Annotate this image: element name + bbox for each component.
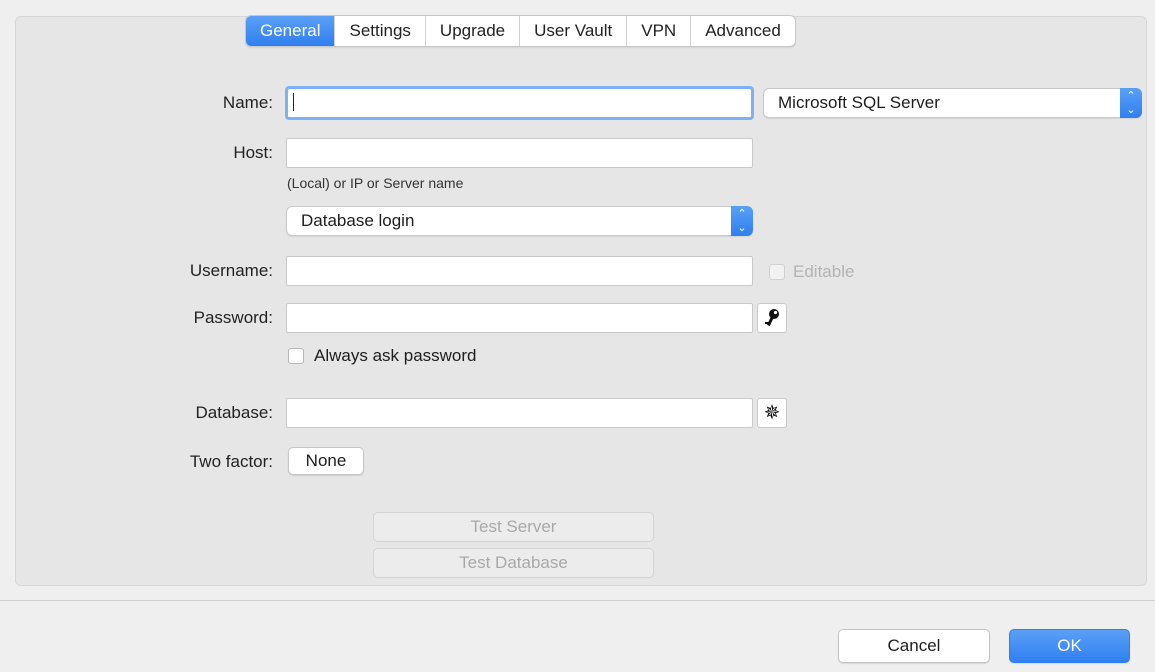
editable-checkbox[interactable] (769, 264, 785, 280)
dialog-window: General Settings Upgrade User Vault VPN … (0, 0, 1155, 672)
gear-icon: ✵ (763, 402, 781, 424)
ok-button[interactable]: OK (1009, 629, 1130, 663)
name-field[interactable] (285, 86, 754, 120)
always-ask-label: Always ask password (314, 346, 477, 365)
password-key-button[interactable] (757, 303, 787, 333)
cancel-button[interactable]: Cancel (838, 629, 990, 663)
database-field[interactable] (286, 398, 753, 428)
server-type-select[interactable]: Microsoft SQL Server ⌃ ⌄ (763, 88, 1142, 118)
username-label: Username: (189, 261, 273, 280)
tab-bar: General Settings Upgrade User Vault VPN … (245, 15, 796, 47)
tab-settings[interactable]: Settings (335, 16, 426, 46)
tab-upgrade[interactable]: Upgrade (426, 16, 521, 46)
two-factor-button[interactable]: None (288, 447, 364, 475)
key-icon (765, 309, 779, 327)
username-field[interactable] (286, 256, 753, 286)
test-server-button[interactable]: Test Server (373, 512, 654, 542)
tab-general[interactable]: General (246, 16, 336, 46)
auth-mode-value: Database login (301, 211, 415, 230)
name-label: Name: (222, 93, 273, 112)
tab-vpn[interactable]: VPN (627, 16, 692, 46)
chevron-updown-icon: ⌃ ⌄ (1120, 88, 1142, 118)
footer-divider (0, 600, 1155, 601)
two-factor-label: Two factor: (189, 452, 273, 471)
server-type-value: Microsoft SQL Server (778, 93, 940, 112)
auth-mode-select[interactable]: Database login ⌃ ⌄ (286, 206, 753, 236)
host-label: Host: (233, 143, 273, 162)
chevron-updown-icon: ⌃ ⌄ (731, 206, 753, 236)
password-label: Password: (193, 308, 273, 327)
test-database-button[interactable]: Test Database (373, 548, 654, 578)
always-ask-checkbox[interactable] (288, 348, 304, 364)
host-hint: (Local) or IP or Server name (287, 175, 464, 191)
tab-advanced[interactable]: Advanced (691, 16, 795, 46)
text-caret (293, 93, 294, 111)
password-field[interactable] (286, 303, 753, 333)
tab-user-vault[interactable]: User Vault (520, 16, 628, 46)
database-options-button[interactable]: ✵ (757, 398, 787, 428)
database-label: Database: (195, 403, 274, 422)
editable-label: Editable (793, 262, 855, 281)
host-field[interactable] (286, 138, 753, 168)
